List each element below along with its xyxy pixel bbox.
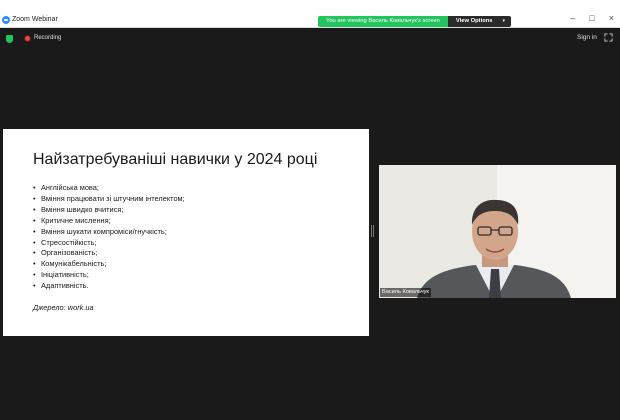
screen-share-banner: You are viewing Василь Ковальчук's scree…: [318, 16, 512, 27]
zoom-logo-icon: [2, 16, 10, 24]
bullet-item: Англійська мова;: [33, 183, 185, 194]
meeting-topbar: Recording Sign in: [0, 28, 620, 48]
view-options-button[interactable]: View Options ▾: [447, 16, 512, 27]
close-button[interactable]: ×: [609, 13, 614, 23]
slide-source: Джерело: work.ua: [33, 303, 94, 312]
speaker-video-tile[interactable]: Василь Ковальчук: [379, 165, 616, 298]
window-titlebar: Zoom Webinar You are viewing Василь Кова…: [0, 0, 620, 28]
expand-icon[interactable]: [604, 33, 613, 42]
slide-bullet-list: Англійська мова; Вміння працювати зі шту…: [33, 183, 185, 292]
window-title: Zoom Webinar: [12, 16, 58, 23]
maximize-button[interactable]: □: [589, 13, 594, 23]
shield-icon[interactable]: [6, 35, 13, 43]
bullet-item: Адаптивність.: [33, 281, 185, 292]
minimize-button[interactable]: –: [570, 13, 575, 23]
window-controls: – □ ×: [570, 13, 614, 23]
bullet-item: Стресостійкість;: [33, 238, 185, 249]
bullet-item: Критичне мислення;: [33, 216, 185, 227]
meeting-area: Recording Sign in Найзатребуваніші навич…: [0, 28, 620, 420]
recording-label: Recording: [34, 35, 62, 41]
record-dot-icon: [24, 35, 31, 42]
panel-resize-handle[interactable]: [371, 225, 374, 237]
shared-screen-slide: Найзатребуваніші навички у 2024 році Анг…: [3, 129, 369, 336]
screen-share-banner-text: You are viewing Василь Ковальчук's scree…: [318, 16, 448, 27]
chevron-down-icon: ▾: [502, 18, 506, 24]
bullet-item: Вміння працювати зі штучним інтелектом;: [33, 194, 185, 205]
bullet-item: Ініціативність;: [33, 270, 185, 281]
view-options-label: View Options: [455, 18, 493, 24]
sign-in-button[interactable]: Sign in: [573, 31, 601, 45]
bullet-item: Вміння швидко вчитися;: [33, 205, 185, 216]
slide-title: Найзатребуваніші навички у 2024 році: [33, 151, 318, 168]
bullet-item: Комунікабельність;: [33, 259, 185, 270]
participant-name-tag: Василь Ковальчук: [380, 288, 431, 297]
speaker-video-image: [417, 199, 571, 298]
bullet-item: Вміння шукати компроміси/гнучкість;: [33, 227, 185, 238]
bullet-item: Організованість;: [33, 248, 185, 259]
